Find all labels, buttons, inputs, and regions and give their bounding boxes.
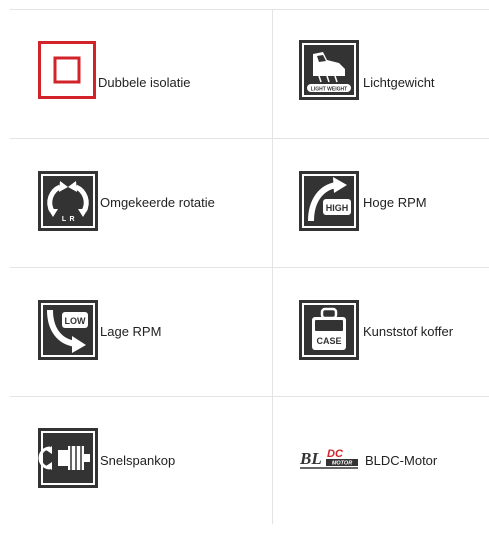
plastic-case-icon: CASE (299, 299, 359, 365)
feature-grid: Dubbele isolatie LIGHT WEIGHT Lichtgewic… (10, 9, 489, 524)
double-insulation-icon (38, 41, 96, 104)
bldc-bl-text: BL (299, 449, 322, 468)
feature-label: Lichtgewicht (363, 75, 435, 90)
feature-cell-reverse-rotation: L R Omgekeerde rotatie (10, 138, 273, 267)
feature-cell-quick-chuck: Snelspankop (10, 396, 273, 524)
feature-cell-lightweight: LIGHT WEIGHT Lichtgewicht (273, 9, 489, 138)
feature-cell-double-insulation: Dubbele isolatie (10, 9, 273, 138)
feature-label: Snelspankop (100, 452, 176, 468)
feature-label: Omgekeerde rotatie (100, 195, 215, 210)
bldc-dc-text: DC (327, 448, 344, 460)
reverse-rotation-icon: L R (38, 170, 98, 236)
feature-cell-bldc-motor: BL DC MOTOR BLDC-Motor (273, 396, 489, 524)
quick-chuck-icon (38, 428, 98, 493)
feature-label: Dubbele isolatie (98, 75, 191, 90)
feature-label: Kunststof koffer (363, 324, 454, 339)
bldc-motor-icon: BL DC MOTOR (299, 443, 361, 478)
high-rpm-badge-text: HIGH (326, 203, 349, 213)
lightweight-icon: LIGHT WEIGHT (299, 40, 359, 105)
plastic-case-badge-text: CASE (316, 336, 341, 346)
feature-label: BLDC-Motor (365, 452, 438, 468)
lightweight-badge-text: LIGHT WEIGHT (311, 87, 347, 93)
reverse-r-mark: R (69, 216, 74, 223)
bldc-motor-small-text: MOTOR (332, 461, 352, 467)
low-rpm-badge-text: LOW (65, 316, 86, 326)
feature-label: Hoge RPM (363, 195, 427, 210)
high-rpm-icon: HIGH (299, 170, 359, 236)
feature-cell-low-rpm: LOW Lage RPM (10, 267, 273, 396)
feature-cell-plastic-case: CASE Kunststof koffer (273, 267, 489, 396)
low-rpm-icon: LOW (38, 299, 98, 365)
feature-label: Lage RPM (100, 324, 162, 339)
reverse-l-mark: L (62, 216, 67, 223)
feature-cell-high-rpm: HIGH Hoge RPM (273, 138, 489, 267)
